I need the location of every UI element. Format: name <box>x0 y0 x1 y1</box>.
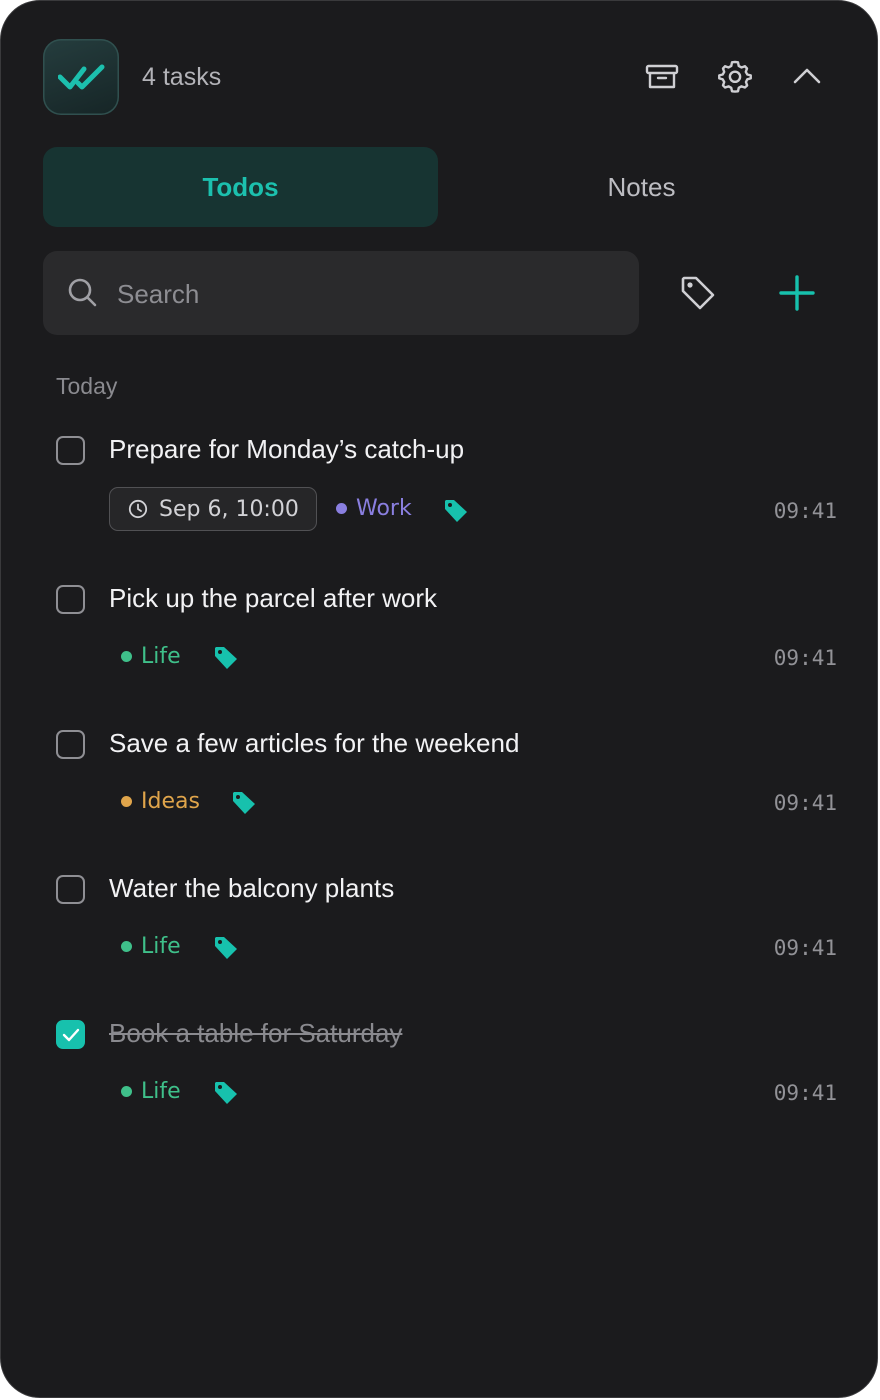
archive-icon <box>645 64 679 89</box>
category-label: Work <box>356 496 412 521</box>
search-input[interactable] <box>115 271 619 317</box>
task-count: 4 tasks <box>142 63 222 91</box>
app-logo <box>43 39 119 115</box>
checkmark-icon <box>62 1028 80 1042</box>
tag-filled-icon[interactable] <box>213 645 239 671</box>
category-dot <box>121 941 132 952</box>
due-date-text: Sep 6, 10:00 <box>159 496 299 522</box>
todo-panel: 4 tasks Todos Notes Search Today Prepare… <box>0 0 878 1398</box>
category-dot <box>121 651 132 662</box>
category-label: Ideas <box>141 789 200 814</box>
todo-checkbox-checked[interactable] <box>56 1020 85 1049</box>
search-icon <box>68 278 97 307</box>
chevron-up-icon <box>793 68 821 84</box>
tag-filter-button[interactable] <box>678 273 718 313</box>
category-dot <box>121 796 132 807</box>
tab-notes[interactable]: Notes <box>444 147 839 227</box>
search-box <box>43 251 639 335</box>
todo-time: 09:41 <box>773 499 837 523</box>
todo-title[interactable]: Book a table for Saturday <box>109 1018 402 1049</box>
todo-time: 09:41 <box>773 1081 837 1105</box>
todo-time: 09:41 <box>773 646 837 670</box>
category-life: Life <box>121 934 181 959</box>
todo-time: 09:41 <box>773 791 837 815</box>
category-label: Life <box>141 934 181 959</box>
todo-checkbox[interactable] <box>56 875 85 904</box>
category-dot <box>336 503 347 514</box>
settings-button[interactable] <box>717 58 753 94</box>
add-todo-button[interactable] <box>777 273 817 313</box>
todo-checkbox[interactable] <box>56 730 85 759</box>
tag-filled-icon[interactable] <box>213 1080 239 1106</box>
tag-icon <box>681 276 715 310</box>
section-title-today: Today <box>56 373 118 399</box>
todo-checkbox[interactable] <box>56 585 85 614</box>
tab-bar: Todos Notes <box>43 147 839 227</box>
clock-icon <box>128 499 148 519</box>
todo-title[interactable]: Save a few articles for the weekend <box>109 728 519 759</box>
category-ideas: Ideas <box>121 789 200 814</box>
todo-time: 09:41 <box>773 936 837 960</box>
todo-title[interactable]: Prepare for Monday’s catch-up <box>109 434 464 465</box>
archive-button[interactable] <box>644 58 680 94</box>
collapse-button[interactable] <box>789 58 825 94</box>
tag-filled-icon[interactable] <box>213 935 239 961</box>
category-life: Life <box>121 644 181 669</box>
due-date-chip[interactable]: Sep 6, 10:00 <box>109 487 317 531</box>
todo-title[interactable]: Pick up the parcel after work <box>109 583 437 614</box>
category-work: Work <box>336 496 412 521</box>
double-check-logo-icon <box>58 64 105 90</box>
tag-filled-icon[interactable] <box>443 498 469 524</box>
gear-icon <box>718 60 752 93</box>
category-life: Life <box>121 1079 181 1104</box>
tag-filled-icon[interactable] <box>231 790 257 816</box>
category-label: Life <box>141 644 181 669</box>
plus-icon <box>779 275 815 311</box>
todo-checkbox[interactable] <box>56 436 85 465</box>
tab-todos[interactable]: Todos <box>43 147 438 227</box>
category-dot <box>121 1086 132 1097</box>
todo-title[interactable]: Water the balcony plants <box>109 873 394 904</box>
category-label: Life <box>141 1079 181 1104</box>
